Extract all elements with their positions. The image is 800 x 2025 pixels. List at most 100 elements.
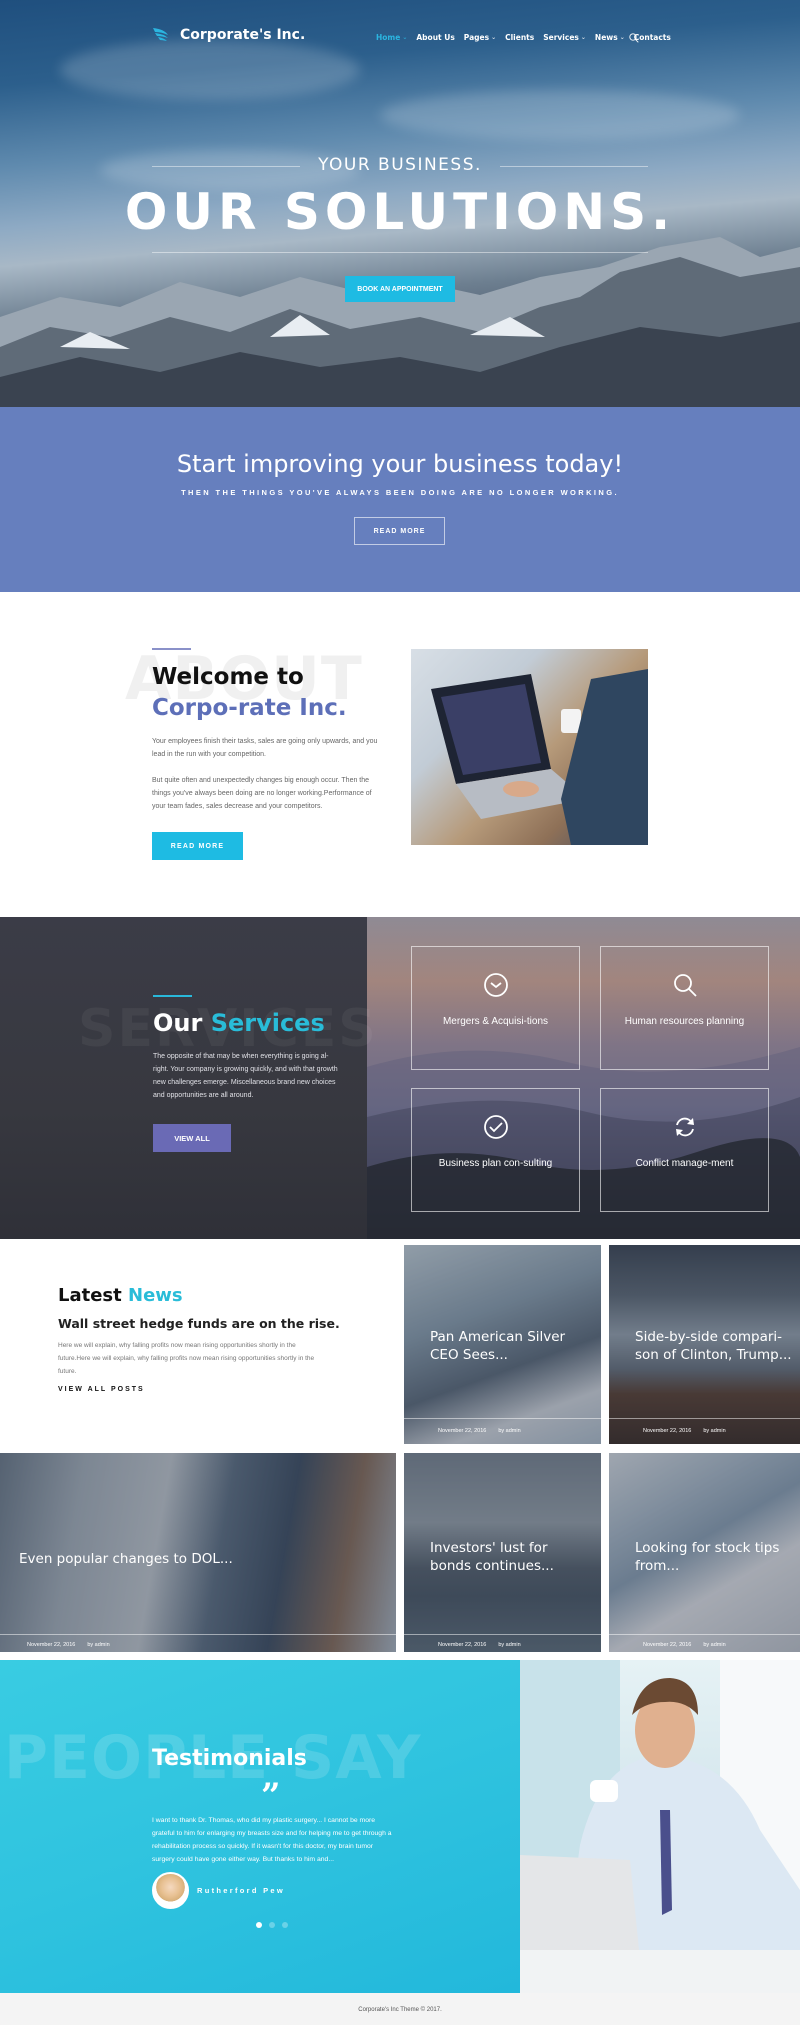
refresh-icon [676,1117,694,1137]
news-paragraph: Here we will explain, why falling profit… [58,1342,315,1375]
post-title: Side-by-side compari-son of Clinton, Tru… [635,1329,792,1363]
news-title: Latest News [58,1285,183,1306]
post-divider [609,1634,800,1635]
logo[interactable]: Corporate's Inc. [152,27,305,43]
services-title-bold: Our [153,1009,203,1037]
service-card-conflict-management[interactable]: Conflict manage-ment [600,1088,769,1212]
nav-label: Pages [463,33,490,42]
post-meta: November 22, 2016 by admin [438,1642,521,1648]
news-title-rest: News [128,1285,183,1306]
news-post-card[interactable]: Even popular changes to DOL... November … [0,1453,396,1652]
view-all-services-button[interactable]: VIEW ALL [153,1124,231,1152]
hero-title: OUR SOLUTIONS. [124,183,676,241]
book-appointment-button[interactable]: BOOK AN APPOINTMENT [345,276,455,302]
about-title: Welcome to Corpo-rate Inc. [152,662,392,724]
about-read-more-button[interactable]: READ MORE [152,832,243,860]
nav-item-clients[interactable]: Clients [505,33,534,42]
nav-label: Contacts [633,33,671,42]
nav-item-about-us[interactable]: About Us [416,33,454,42]
services-title: Our Services [153,1009,325,1037]
post-title: Investors' lust for bonds continues... [430,1540,554,1574]
testimonial-text: I want to thank Dr. Thomas, who did my p… [152,1817,392,1863]
chevron-down-icon: ⌄ [402,34,408,41]
about-title-rest: Corpo-rate Inc. [152,695,347,721]
slider-dot-1[interactable] [256,1922,262,1928]
service-card-label: Business plan con-sulting [438,1158,553,1169]
about-title-bold: Welcome to [152,664,304,690]
search-icon[interactable] [629,33,639,43]
nav-label: Home [376,33,401,42]
service-card-business-plan[interactable]: Business plan con-sulting [411,1088,580,1212]
post-date: November 22, 2016 [643,1642,692,1648]
businessman-photo [520,1660,800,1993]
news-post-card[interactable]: Pan American Silver CEO Sees... November… [404,1245,601,1444]
nav-item-pages[interactable]: Pages ⌄ [464,33,496,42]
post-meta: November 22, 2016 by admin [643,1428,726,1434]
news-post-card[interactable]: Looking for stock tips from... November … [609,1453,800,1652]
clock-icon [484,973,508,997]
slider-dots [256,1922,288,1928]
view-all-posts-link[interactable]: VIEW ALL POSTS [58,1386,145,1393]
banner-heading: Start improving your business today! [176,450,624,478]
post-title: Even popular changes to DOL... [19,1551,233,1567]
hero-cloud [60,40,360,100]
copyright-text: Corporate's Inc Theme © 2017. [358,2007,442,2013]
services-paragraph: The opposite of that may be when everyth… [153,1053,338,1099]
wing-logo-icon [153,28,168,41]
nav-item-contacts[interactable]: Contacts [634,33,671,42]
about-paragraph-1: Your employees finish their tasks, sales… [152,738,378,758]
slider-dot-2[interactable] [269,1922,275,1928]
nav-item-home[interactable]: Home ⌄ [376,33,407,42]
post-author: by admin [703,1428,726,1434]
testimonials-section: PEOPLE SAY Testimonials ” I want to than… [0,1660,800,1993]
cta-banner: Start improving your business today! THE… [0,407,800,592]
services-section: SERVICES Our Services The opposite of th… [0,917,800,1239]
hero-cloud [380,90,740,140]
service-card-human-resources[interactable]: Human resources planning [600,946,769,1070]
logo-text: Corporate's Inc. [180,27,306,43]
laptop-illustration [431,669,648,845]
banner-subheading: THEN THE THINGS YOU'VE ALWAYS BEEN DOING… [181,488,619,497]
banner-read-more-button[interactable]: READ MORE [354,517,445,545]
nav-item-services[interactable]: Services ⌄ [543,33,586,42]
post-author: by admin [703,1642,726,1648]
hero-section: Corporate's Inc. Home ⌄ About Us Pages ⌄ C… [0,0,800,407]
post-meta: November 22, 2016 by admin [27,1642,110,1648]
nav-label: News [594,33,618,42]
nav-label: Clients [505,33,535,42]
chevron-down-icon: ⌄ [491,34,497,41]
accent-bar [152,648,191,650]
post-title: Looking for stock tips from... [635,1540,780,1574]
news-headline: Wall street hedge funds are on the rise. [58,1316,340,1331]
check-circle-icon [484,1115,508,1139]
service-card-label: Human resources planning [624,1016,745,1027]
post-divider [609,1418,800,1419]
nav-label: About Us [416,33,455,42]
accent-bar [153,995,192,997]
nav-item-news[interactable]: News ⌄ [595,33,625,42]
news-title-bold: Latest [58,1285,122,1306]
businessman-illustration [520,1660,800,1993]
chevron-down-icon: ⌄ [580,34,586,41]
testimonial-author: Rutherford Pew [197,1886,286,1895]
post-date: November 22, 2016 [27,1642,76,1648]
post-meta: November 22, 2016 by admin [643,1642,726,1648]
avatar [152,1872,189,1909]
service-card-mergers[interactable]: Mergers & Acquisi-tions [411,946,580,1070]
footer: Corporate's Inc Theme © 2017. [0,1993,800,2025]
post-date: November 22, 2016 [643,1428,692,1434]
news-post-card[interactable]: Side-by-side compari-son of Clinton, Tru… [609,1245,800,1444]
service-card-label: Conflict manage-ment [635,1158,734,1169]
search-icon [674,974,697,997]
testimonials-title: Testimonials [152,1746,307,1771]
post-date: November 22, 2016 [438,1428,487,1434]
slider-dot-3[interactable] [282,1922,288,1928]
post-author: by admin [498,1428,521,1434]
post-meta: November 22, 2016 by admin [438,1428,521,1434]
post-date: November 22, 2016 [438,1642,487,1648]
about-paragraph-2: But quite often and unexpectedly changes… [152,777,372,810]
chevron-down-icon: ⌄ [619,34,625,41]
post-divider [0,1634,396,1635]
news-section: Latest News Wall street hedge funds are … [0,1239,800,1660]
news-post-card[interactable]: Investors' lust for bonds continues... N… [404,1453,601,1652]
